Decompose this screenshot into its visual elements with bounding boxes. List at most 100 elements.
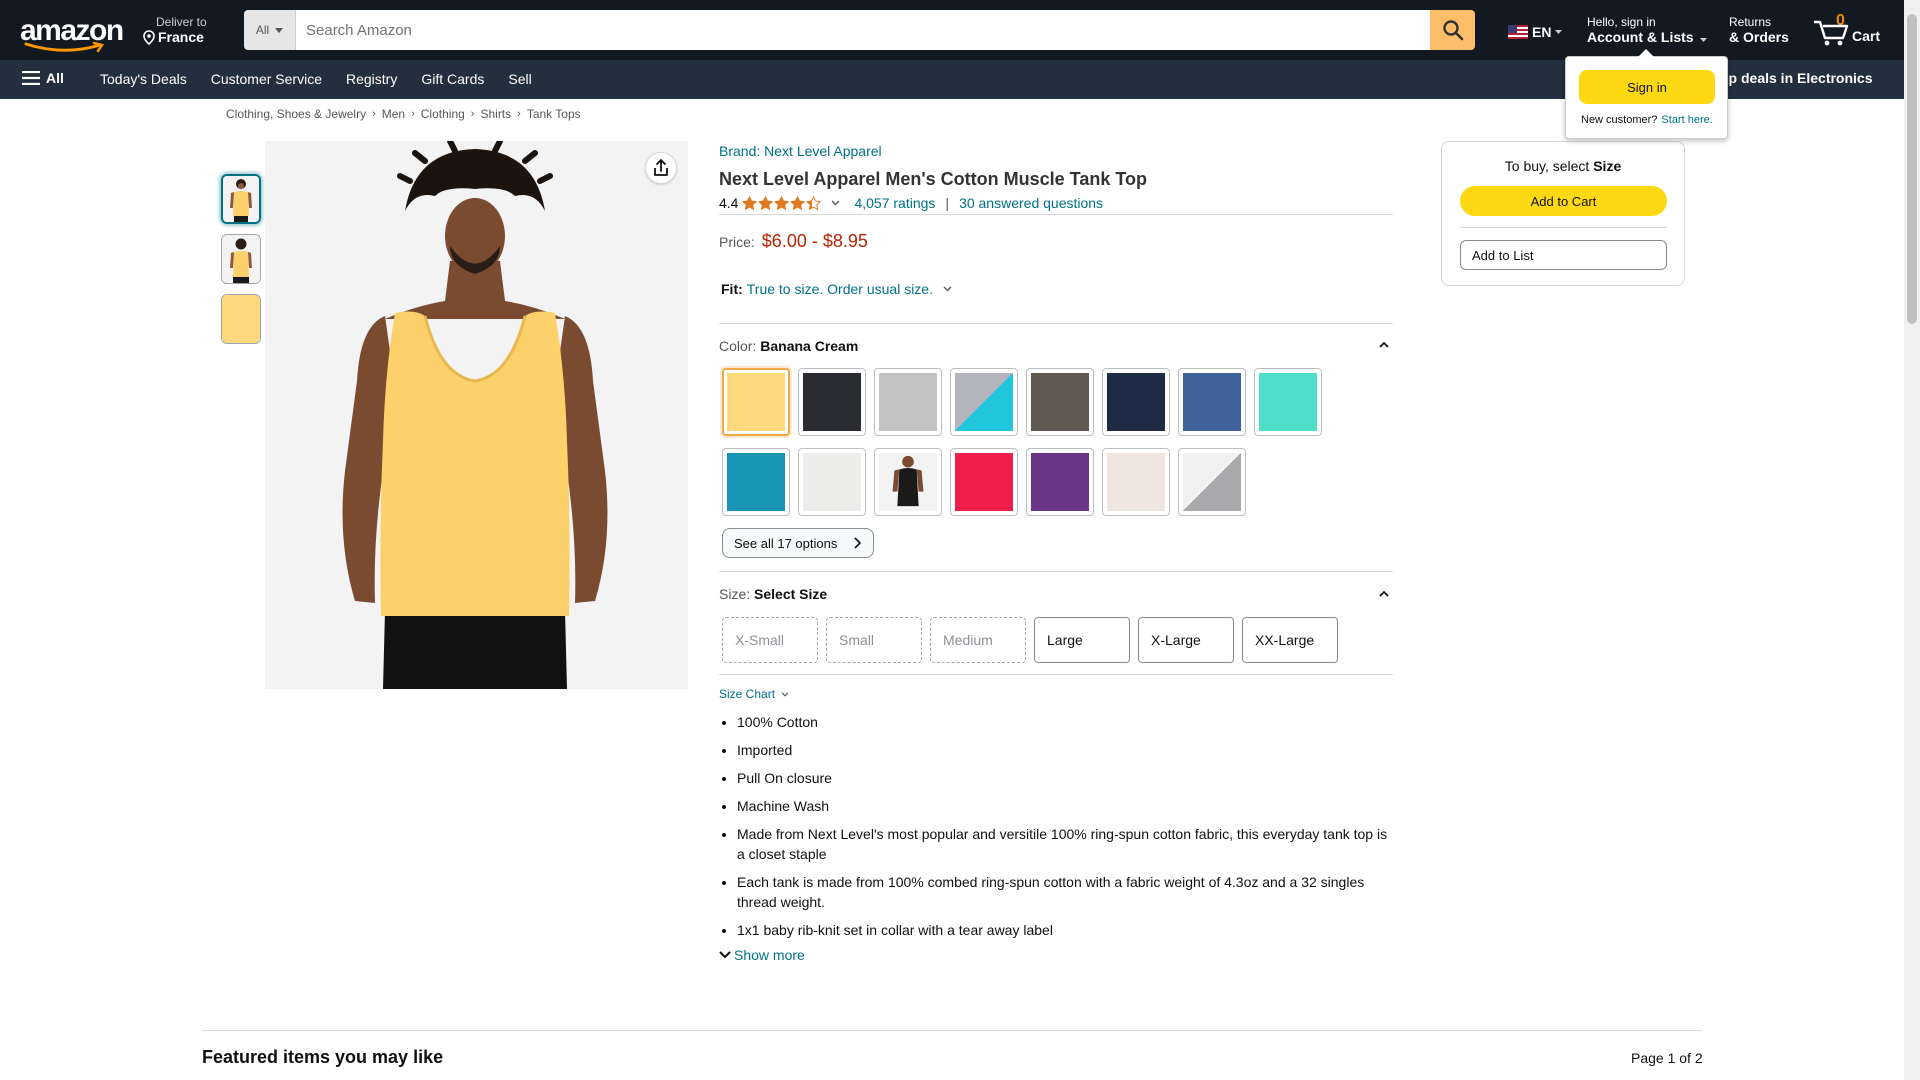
- see-all-label: See all 17 options: [734, 535, 838, 551]
- language-selector[interactable]: EN: [1508, 24, 1563, 40]
- account-and-lists[interactable]: Hello, sign in Account & Lists: [1587, 15, 1708, 45]
- size-option-xx-large[interactable]: XX-Large: [1242, 617, 1338, 663]
- breadcrumb-separator: ›: [470, 108, 475, 120]
- search-category-dropdown[interactable]: All: [244, 10, 296, 50]
- color-selector-header: Color: Banana Cream: [719, 338, 858, 354]
- color-swatch-midnight-navy[interactable]: [1102, 368, 1170, 436]
- color-swatch-heather-gray[interactable]: [874, 368, 942, 436]
- product-features-list: 100% Cotton Imported Pull On closure Mac…: [719, 712, 1391, 948]
- returns-and-orders[interactable]: Returns & Orders: [1729, 15, 1789, 45]
- buy-box: To buy, select Size Add to Cart Add to L…: [1441, 141, 1685, 286]
- size-option-medium[interactable]: Medium: [930, 617, 1026, 663]
- answered-questions-link[interactable]: 30 answered questions: [959, 195, 1103, 211]
- chevron-down-icon: [719, 951, 731, 959]
- chevron-down-icon[interactable]: [831, 200, 840, 206]
- feature-bullet: 100% Cotton: [737, 712, 1391, 732]
- search-button[interactable]: [1430, 10, 1475, 50]
- price-label: Price:: [719, 234, 755, 250]
- add-to-cart-button[interactable]: Add to Cart: [1460, 186, 1667, 216]
- top-navbar: amazon Deliver to France All EN Hello, s…: [0, 0, 1904, 60]
- search-input[interactable]: [296, 10, 1430, 50]
- color-swatch-teal[interactable]: [722, 448, 790, 516]
- color-swatch-indigo[interactable]: [1178, 368, 1246, 436]
- signin-button[interactable]: Sign in: [1579, 70, 1715, 104]
- color-swatch-military-green[interactable]: [1026, 368, 1094, 436]
- breadcrumb-separator: ›: [517, 108, 521, 120]
- divider: [719, 323, 1393, 324]
- orders-label: & Orders: [1729, 29, 1789, 45]
- nav-link-registry[interactable]: Registry: [334, 71, 409, 87]
- deliver-to-location[interactable]: Deliver to France: [142, 15, 207, 45]
- size-option-small[interactable]: Small: [826, 617, 922, 663]
- model-back-thumbnail-image: [222, 235, 260, 283]
- brand-link[interactable]: Brand: Next Level Apparel: [719, 143, 882, 159]
- start-here-link[interactable]: Start here.: [1661, 114, 1712, 126]
- color-swatch-heather-white-split[interactable]: [1178, 448, 1246, 516]
- swatch-color-fill: [1183, 373, 1241, 431]
- model-wearing-tank-top-image: [265, 141, 688, 689]
- cart-button[interactable]: 0 Cart: [1812, 10, 1887, 50]
- fit-value-link[interactable]: True to size. Order usual size.: [747, 281, 933, 297]
- color-swatch-black[interactable]: [798, 368, 866, 436]
- color-swatch-banana-cream[interactable]: [722, 368, 790, 436]
- nav-links: Today's Deals Customer Service Registry …: [88, 71, 544, 87]
- nav-link-customer-service[interactable]: Customer Service: [199, 71, 334, 87]
- divider: [1460, 227, 1667, 228]
- chevron-up-icon[interactable]: [1378, 339, 1390, 351]
- chevron-down-icon: [781, 691, 789, 697]
- size-option-x-large[interactable]: X-Large: [1138, 617, 1234, 663]
- thumbnail-color-swatch[interactable]: [221, 294, 261, 344]
- divider: [202, 1030, 1702, 1031]
- color-swatch-white[interactable]: [798, 448, 866, 516]
- scrollbar-thumb[interactable]: [1907, 14, 1917, 324]
- add-to-list-button[interactable]: Add to List: [1460, 240, 1667, 270]
- featured-items-heading: Featured items you may like: [202, 1047, 444, 1067]
- divider: [719, 571, 1393, 572]
- swatch-color-fill: [955, 373, 1013, 431]
- model-thumbnail-image: [223, 176, 259, 222]
- color-swatch-black-tank-photo[interactable]: [874, 448, 942, 516]
- divider: [719, 674, 1393, 675]
- thumbnail-model-front[interactable]: [221, 174, 261, 224]
- price-row: Price: $6.00 - $8.95: [719, 231, 868, 252]
- size-chart-link[interactable]: Size Chart: [719, 687, 789, 701]
- caret-down-icon: [1555, 30, 1563, 34]
- page-scrollbar[interactable]: [1904, 0, 1920, 1080]
- size-label: Size:: [719, 586, 751, 602]
- account-label: Account & Lists: [1587, 29, 1694, 45]
- breadcrumb-item[interactable]: Tank Tops: [527, 107, 581, 121]
- color-swatch-turquoise-heather-split[interactable]: [950, 368, 1018, 436]
- show-more-button[interactable]: Show more: [719, 947, 805, 963]
- all-menu-button[interactable]: All: [22, 70, 64, 86]
- breadcrumb: Clothing, Shoes & Jewelry › Men › Clothing…: [226, 107, 581, 121]
- ratings-count-link[interactable]: 4,057 ratings: [854, 195, 935, 211]
- amazon-logo[interactable]: amazon: [20, 14, 124, 53]
- new-customer-label: New customer?: [1581, 114, 1658, 126]
- buy-box-title: To buy, select Size: [1442, 158, 1684, 174]
- star-rating[interactable]: [742, 195, 822, 211]
- nav-promo-link[interactable]: op deals in Electronics: [1720, 70, 1873, 86]
- breadcrumb-item[interactable]: Clothing, Shoes & Jewelry: [226, 107, 366, 121]
- signin-flyout: Sign in New customer? Start here.: [1565, 49, 1728, 139]
- chevron-up-icon[interactable]: [1378, 588, 1390, 600]
- color-swatch-natural[interactable]: [1102, 448, 1170, 516]
- thumbnail-model-back[interactable]: [221, 234, 261, 284]
- breadcrumb-item[interactable]: Men: [382, 107, 405, 121]
- color-swatch-red[interactable]: [950, 448, 1018, 516]
- main-product-image[interactable]: [265, 141, 688, 689]
- nav-link-gift-cards[interactable]: Gift Cards: [409, 71, 496, 87]
- caret-down-icon: [275, 27, 284, 33]
- nav-link-sell[interactable]: Sell: [496, 71, 543, 87]
- size-option-x-small[interactable]: X-Small: [722, 617, 818, 663]
- color-swatch-tahiti-blue[interactable]: [1254, 368, 1322, 436]
- see-all-options-button[interactable]: See all 17 options: [722, 528, 874, 558]
- nav-link-todays-deals[interactable]: Today's Deals: [88, 71, 199, 87]
- us-flag-icon: [1508, 25, 1528, 39]
- breadcrumb-item[interactable]: Clothing: [421, 107, 465, 121]
- share-button[interactable]: [645, 152, 677, 184]
- swatch-thumbnail-image: [222, 295, 260, 343]
- size-option-large[interactable]: Large: [1034, 617, 1130, 663]
- breadcrumb-item[interactable]: Shirts: [480, 107, 511, 121]
- chevron-down-icon[interactable]: [943, 286, 952, 292]
- color-swatch-purple[interactable]: [1026, 448, 1094, 516]
